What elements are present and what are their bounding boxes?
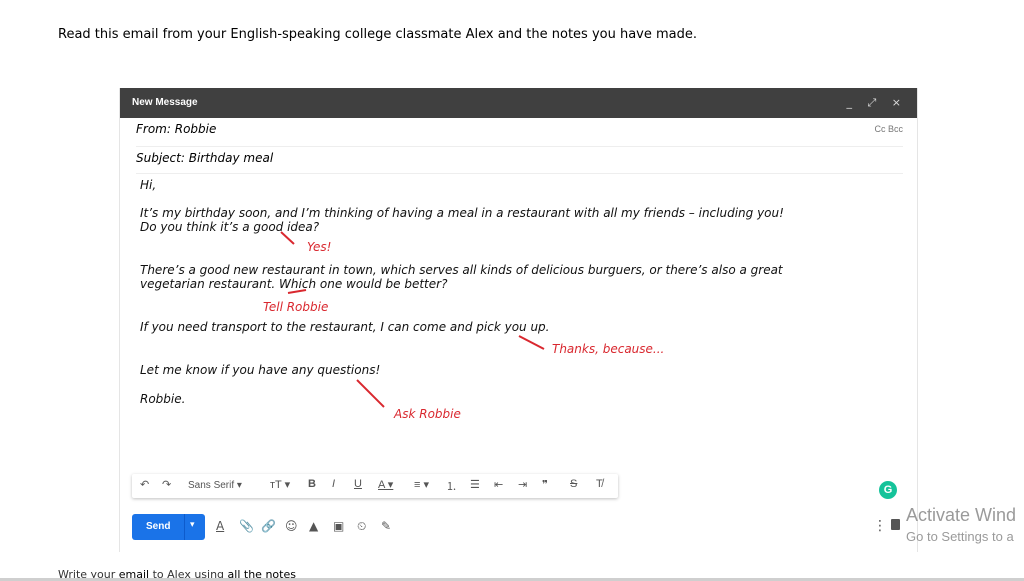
body-line: If you need transport to the restaurant,… (140, 320, 550, 334)
emoji-icon[interactable]: ☺ (285, 519, 298, 533)
compose-window: New Message _ ⤢ × From: Robbie Cc Bcc Su… (119, 88, 918, 552)
body-greeting: Hi, (140, 178, 157, 192)
align-icon[interactable]: ≡ ▾ (414, 478, 429, 491)
photo-icon[interactable]: ▣ (333, 519, 344, 533)
send-divider (184, 514, 185, 540)
body-line: There’s a good new restaurant in town, w… (140, 263, 783, 277)
note-stroke (518, 335, 545, 350)
watermark-line-2: Go to Settings to a (906, 529, 1014, 544)
send-options-icon[interactable]: ▾ (190, 520, 195, 530)
note-stroke (356, 379, 385, 408)
formatting-options-icon[interactable]: A (216, 519, 224, 533)
note-thanks-because: Thanks, because... (552, 342, 665, 356)
italic-icon[interactable]: I (332, 478, 335, 490)
compose-title: New Message (132, 97, 198, 108)
confidential-mode-icon[interactable]: ⏲ (357, 519, 366, 534)
note-tell-robbie: Tell Robbie (263, 300, 329, 314)
body-signature: Robbie. (140, 392, 186, 406)
window-controls[interactable]: _ ⤢ × (846, 96, 907, 110)
signature-icon[interactable]: ✎ (381, 519, 391, 533)
numbered-list-icon[interactable]: ⒈ (446, 478, 457, 494)
grammarly-icon[interactable]: G (879, 481, 897, 499)
note-yes: Yes! (307, 240, 332, 254)
subject-text: Subject: Birthday meal (136, 151, 274, 165)
watermark-line-1: Activate Wind (906, 505, 1017, 525)
font-size-icon[interactable]: ᴛT ▾ (270, 478, 290, 491)
from-field: From: Robbie (136, 122, 217, 136)
from-row[interactable]: From: Robbie Cc Bcc (136, 122, 903, 147)
bold-icon[interactable]: B (308, 478, 316, 490)
body-line: Let me know if you have any questions! (140, 363, 381, 377)
note-ask-robbie: Ask Robbie (394, 407, 461, 421)
body-line: vegetarian restaurant. Which one would b… (140, 277, 448, 291)
clear-format-icon[interactable]: T̸ (596, 478, 603, 490)
link-icon[interactable]: 🔗 (261, 519, 276, 533)
quote-icon[interactable]: ❞ (542, 478, 548, 491)
text-color-icon[interactable]: A ▾ (378, 478, 393, 491)
undo-icon[interactable]: ↶ (140, 478, 149, 491)
indent-less-icon[interactable]: ⇤ (494, 478, 503, 491)
font-family-select[interactable]: Sans Serif ▾ (188, 480, 242, 491)
activate-windows-watermark: Activate Wind Go to Settings to a (906, 505, 1017, 544)
more-options-icon[interactable]: ⋮ (873, 518, 887, 534)
strikethrough-icon[interactable]: S (570, 478, 577, 490)
trash-icon[interactable] (891, 519, 900, 530)
redo-icon[interactable]: ↷ (162, 478, 171, 491)
send-button[interactable]: Send ▾ (132, 514, 205, 540)
drive-icon[interactable]: ▲ (309, 519, 318, 533)
cc-bcc-link[interactable]: Cc Bcc (874, 124, 903, 134)
body-line: It’s my birthday soon, and I’m thinking … (140, 206, 784, 220)
body-line: Do you think it’s a good idea? (140, 220, 320, 234)
compose-title-bar: New Message _ ⤢ × (120, 88, 917, 118)
bulleted-list-icon[interactable]: ☰ (470, 478, 480, 491)
subject-field[interactable]: Subject: Birthday meal (136, 151, 903, 174)
instruction-text: Read this email from your English-speaki… (58, 27, 698, 42)
formatting-toolbar: ↶ ↷ Sans Serif ▾ ᴛT ▾ B I U A ▾ ≡ ▾ ⒈ ☰ … (132, 474, 618, 498)
send-label: Send (146, 521, 171, 532)
underline-icon[interactable]: U (354, 478, 362, 490)
indent-more-icon[interactable]: ⇥ (518, 478, 527, 491)
attach-icon[interactable]: 📎 (239, 519, 254, 533)
